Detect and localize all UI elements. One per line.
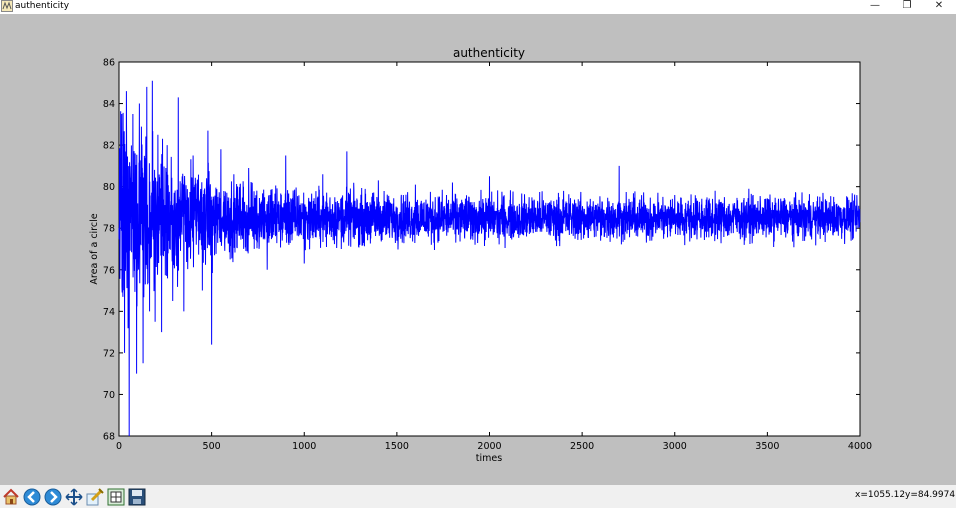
configure-subplots-icon[interactable] [107, 488, 125, 506]
back-arrow-icon[interactable] [23, 488, 41, 506]
y-tick-label: 86 [103, 58, 115, 69]
minimize-button[interactable]: — [860, 0, 890, 12]
x-tick-label: 4000 [848, 441, 872, 452]
x-tick-label: 500 [203, 441, 221, 452]
chart-title: authenticity [453, 46, 525, 60]
y-tick-label: 78 [103, 224, 115, 235]
y-tick-label: 82 [103, 141, 115, 152]
home-icon[interactable] [2, 488, 20, 506]
app-logo-icon [1, 0, 13, 12]
y-tick-label: 68 [103, 432, 115, 443]
y-axis-label: Area of a circle [89, 213, 100, 284]
forward-arrow-icon[interactable] [44, 488, 62, 506]
window-title: authenticity [15, 1, 70, 11]
y-coordinate-readout: y=84.9974 [905, 490, 956, 500]
x-tick-label: 0 [116, 441, 122, 452]
x-axis-label: times [476, 453, 502, 464]
close-button[interactable]: ✕ [924, 0, 954, 12]
x-tick-label: 3000 [663, 441, 687, 452]
pan-icon[interactable] [65, 488, 83, 506]
navigation-toolbar: x=1055.12 y=84.9974 [0, 485, 956, 508]
chart[interactable]: authenticity 68 70 72 74 76 78 80 82 84 86 0 500 10… [0, 14, 956, 485]
window-titlebar: authenticity — ❐ ✕ [0, 0, 956, 14]
y-tick-label: 70 [103, 390, 115, 401]
x-tick-label: 1000 [292, 441, 316, 452]
x-coordinate-readout: x=1055.12 [855, 490, 906, 500]
x-tick-label: 2000 [477, 441, 501, 452]
y-tick-label: 80 [103, 182, 115, 193]
y-tick-label: 72 [103, 348, 115, 359]
x-tick-label: 1500 [385, 441, 409, 452]
y-tick-label: 76 [103, 265, 115, 276]
restore-button[interactable]: ❐ [892, 0, 922, 12]
zoom-icon[interactable] [86, 488, 104, 506]
figure-canvas[interactable]: authenticity 68 70 72 74 76 78 80 82 84 86 0 500 10… [0, 14, 956, 485]
y-tick-label: 74 [103, 307, 115, 318]
save-icon[interactable] [128, 488, 146, 506]
x-tick-label: 3500 [755, 441, 779, 452]
y-tick-label: 84 [103, 99, 115, 110]
x-tick-label: 2500 [570, 441, 594, 452]
